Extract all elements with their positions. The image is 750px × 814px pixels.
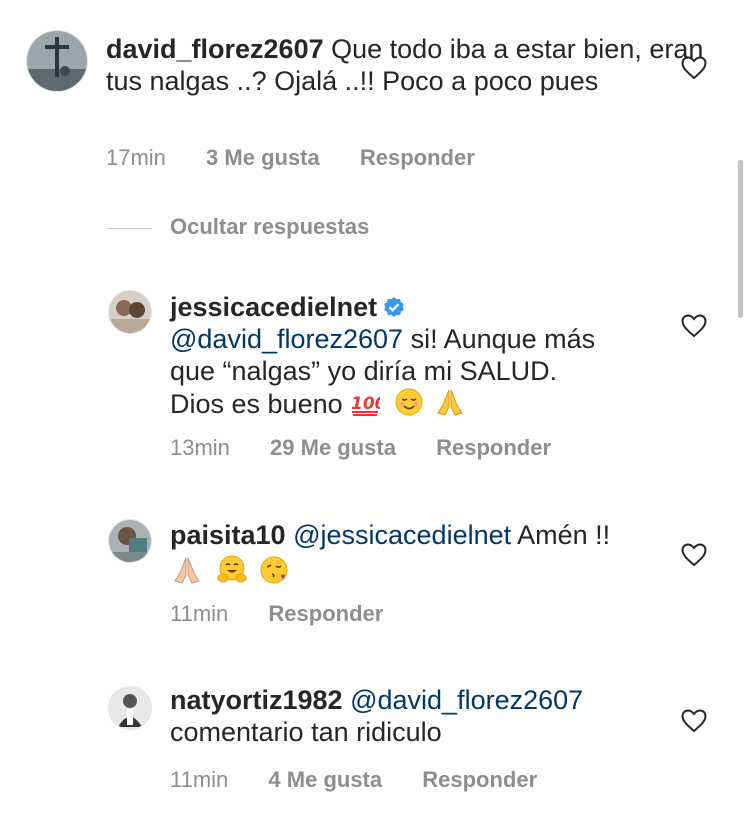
reply-mention[interactable]: @david_florez2607 bbox=[350, 685, 583, 715]
hugging-face-emoji-icon bbox=[217, 555, 247, 583]
comment-username[interactable]: david_florez2607 bbox=[106, 34, 324, 64]
reply-body: comentario tan ridiculo bbox=[170, 717, 442, 747]
avatar[interactable] bbox=[108, 290, 152, 334]
reply-body-line3: Dios es bueno bbox=[170, 389, 351, 419]
folded-hands-emoji-icon bbox=[174, 557, 200, 584]
hide-replies-button[interactable]: Ocultar respuestas bbox=[108, 214, 369, 244]
avatar[interactable] bbox=[108, 519, 152, 563]
reply-button[interactable]: Responder bbox=[436, 435, 551, 460]
reply-text: natyortiz1982 @david_florez2607 comentar… bbox=[170, 684, 660, 748]
reply-meta: 13min 29 Me gusta Responder bbox=[170, 435, 585, 461]
divider-line bbox=[108, 227, 152, 229]
reply-meta: 11min Responder bbox=[170, 601, 417, 627]
avatar[interactable] bbox=[26, 30, 88, 92]
reply-body: Amén !! bbox=[511, 520, 611, 550]
reply-likes[interactable]: 4 Me gusta bbox=[268, 767, 382, 792]
reply-meta: 11min 4 Me gusta Responder bbox=[170, 767, 571, 793]
face-blowing-kiss-emoji-icon bbox=[260, 556, 288, 584]
comment-text: david_florez2607 Que todo iba a estar bi… bbox=[106, 33, 706, 97]
reply-mention[interactable]: @jessicacedielnet bbox=[293, 520, 511, 550]
heart-icon[interactable] bbox=[681, 543, 707, 567]
avatar-cross-photo-icon bbox=[27, 31, 87, 91]
smiling-face-emoji-icon bbox=[395, 388, 423, 416]
comment-likes[interactable]: 3 Me gusta bbox=[206, 145, 320, 170]
reply-button[interactable]: Responder bbox=[422, 767, 537, 792]
verified-badge-icon bbox=[384, 297, 404, 317]
folded-hands-emoji-icon bbox=[437, 389, 463, 416]
avatar-photo-icon bbox=[109, 520, 151, 562]
reply-time: 11min bbox=[170, 767, 229, 792]
reply-button[interactable]: Responder bbox=[268, 601, 383, 626]
reply-username[interactable]: paisita10 bbox=[170, 520, 286, 550]
hide-replies-label: Ocultar respuestas bbox=[170, 214, 370, 239]
comment-meta: 17min 3 Me gusta Responder bbox=[106, 145, 509, 171]
reply-body-line2: que “nalgas” yo diría mi SALUD. bbox=[170, 356, 558, 386]
reply-username[interactable]: jessicacedielnet bbox=[170, 292, 377, 322]
reply-body-line1: si! Aunque más bbox=[403, 324, 596, 354]
reply-button[interactable]: Responder bbox=[360, 145, 475, 170]
avatar-photo-icon bbox=[109, 687, 151, 729]
reply-time: 13min bbox=[170, 435, 230, 460]
reply-username[interactable]: natyortiz1982 bbox=[170, 685, 343, 715]
reply-text: paisita10 @jessicacedielnet Amén !! bbox=[170, 519, 660, 588]
heart-icon[interactable] bbox=[681, 56, 707, 80]
heart-icon[interactable] bbox=[681, 709, 707, 733]
avatar-photo-icon bbox=[109, 291, 151, 333]
reply-mention[interactable]: @david_florez2607 bbox=[170, 324, 403, 354]
reply-text: jessicacedielnet @david_florez2607 si! A… bbox=[170, 291, 690, 420]
hundred-points-emoji-icon: 100 bbox=[351, 394, 380, 416]
comment-time: 17min bbox=[106, 145, 166, 170]
avatar[interactable] bbox=[108, 686, 152, 730]
reply-time: 11min bbox=[170, 601, 229, 626]
scrollbar[interactable] bbox=[738, 160, 743, 318]
heart-icon[interactable] bbox=[681, 314, 707, 338]
reply-likes[interactable]: 29 Me gusta bbox=[270, 435, 396, 460]
